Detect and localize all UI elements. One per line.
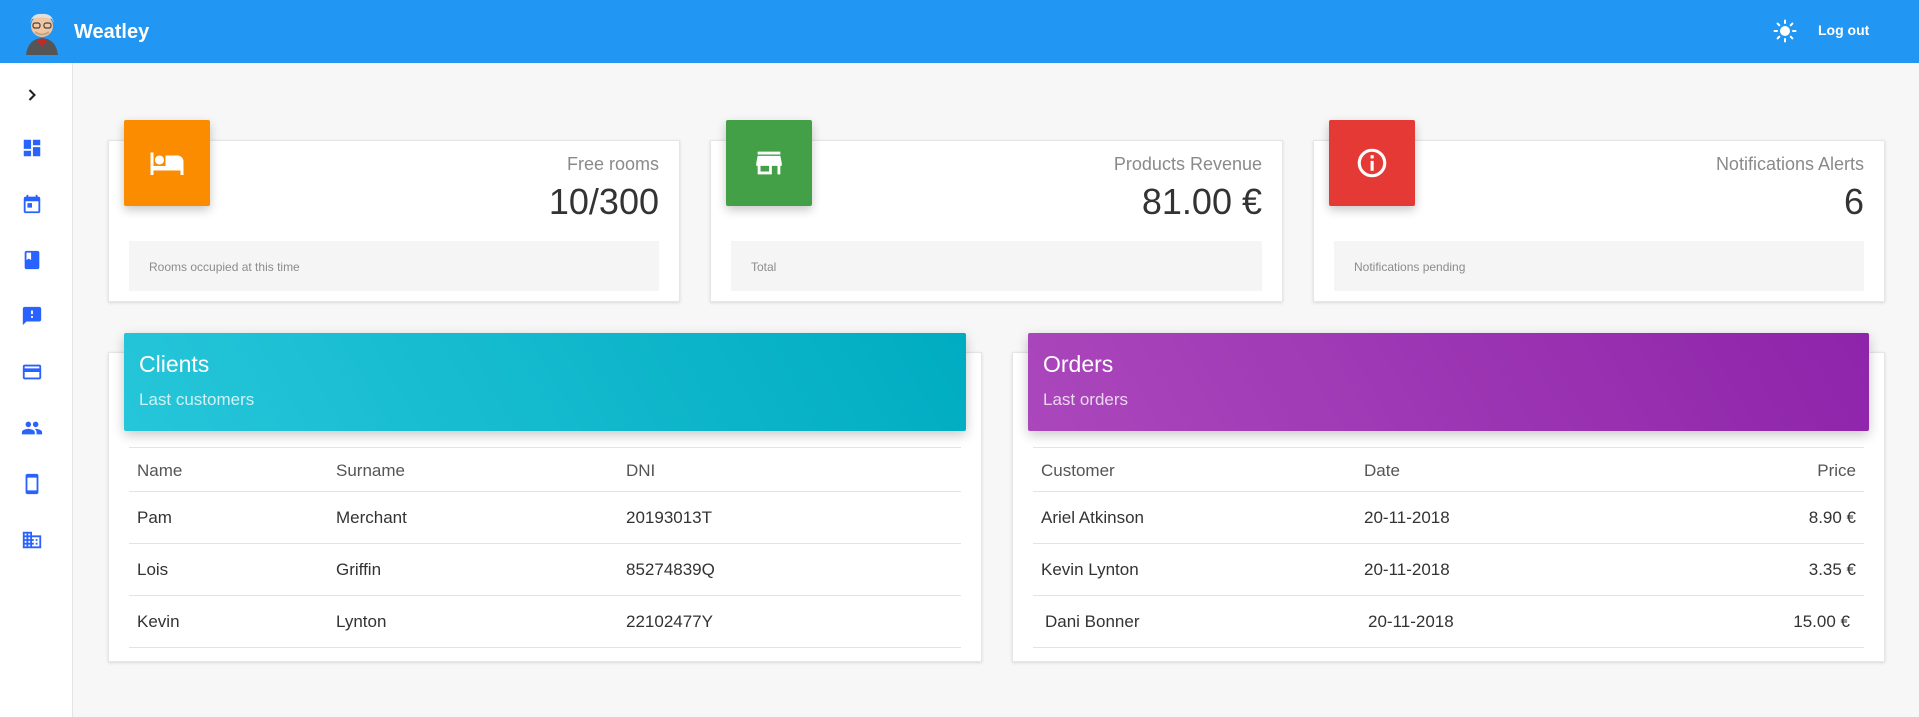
table-cell: Lois — [137, 560, 169, 579]
bed-icon — [150, 152, 184, 175]
sidebar — [0, 63, 73, 717]
stat-icon-box — [124, 120, 210, 206]
book-icon — [24, 250, 40, 270]
sidebar-item-book[interactable] — [20, 248, 44, 272]
stat-card-notifications: Notifications Alerts 6 Notifications pen… — [1313, 120, 1885, 302]
people-icon — [21, 421, 43, 435]
stat-value: 6 — [1843, 181, 1864, 222]
stat-title: Free rooms — [566, 154, 659, 174]
table-cell: 8.90 € — [1808, 508, 1856, 527]
table-cell: Ariel Atkinson — [1041, 508, 1144, 527]
table-row[interactable]: Kevin Lynton 22102477Y — [129, 596, 961, 648]
stat-footer: Total — [731, 241, 1262, 291]
logout-button[interactable]: Log out — [1818, 22, 1869, 38]
info-icon — [1357, 148, 1387, 178]
calendar-icon — [23, 194, 41, 214]
table-cell: Griffin — [336, 560, 382, 579]
table-row[interactable]: Lois Griffin 85274839Q — [129, 544, 961, 596]
top-app-bar: Weatley Log out — [0, 0, 1919, 63]
sidebar-item-calendar[interactable] — [20, 192, 44, 216]
stat-icon-box — [726, 120, 812, 206]
orders-card-header: Orders Last orders — [1028, 333, 1869, 431]
card-subtitle: Last orders — [1043, 390, 1129, 409]
table-header-row: Name Surname DNI — [129, 448, 961, 492]
table-cell: Kevin — [137, 612, 180, 631]
table-cell: 85274839Q — [626, 560, 715, 579]
table-cell: 20193013T — [626, 508, 713, 527]
column-header: Price — [1817, 461, 1856, 480]
table-cell: Dani Bonner — [1045, 612, 1140, 631]
stat-value: 81.00 € — [1141, 181, 1262, 222]
sidebar-item-feedback[interactable] — [20, 304, 44, 328]
table-row[interactable]: Dani Bonner 20-11-2018 15.00 € — [1033, 596, 1864, 648]
table-cell: Merchant — [336, 508, 407, 527]
business-icon — [22, 531, 42, 549]
table-cell: Kevin Lynton — [1041, 560, 1139, 579]
sidebar-item-business[interactable] — [20, 528, 44, 552]
table-cell: Pam — [137, 508, 172, 527]
sidebar-toggle[interactable] — [20, 83, 44, 107]
stat-value: 10/300 — [548, 181, 659, 222]
stat-footer: Rooms occupied at this time — [129, 241, 659, 291]
stat-footer: Notifications pending — [1334, 241, 1864, 291]
table-cell: 20-11-2018 — [1368, 612, 1454, 631]
column-header: DNI — [626, 461, 656, 480]
table-cell: 3.35 € — [1808, 560, 1856, 579]
table-header-row: Customer Date Price — [1033, 448, 1864, 492]
credit-card-icon — [22, 364, 42, 380]
store-icon — [756, 151, 782, 175]
column-header: Surname — [336, 461, 405, 480]
card-subtitle: Last customers — [139, 390, 255, 409]
sidebar-item-dashboard[interactable] — [20, 136, 44, 160]
smartphone-icon — [25, 473, 39, 495]
dashboard-icon — [23, 139, 41, 157]
table-cell: 15.00 € — [1793, 612, 1850, 631]
avatar[interactable] — [18, 7, 66, 55]
orders-table: Customer Date Price Ariel Atkinson 20-11… — [1033, 447, 1864, 648]
sidebar-item-devices[interactable] — [20, 472, 44, 496]
stat-icon-box — [1329, 120, 1415, 206]
stat-card-products-revenue: Products Revenue 81.00 € Total — [710, 120, 1283, 302]
table-cell: 20-11-2018 — [1364, 508, 1450, 527]
column-header: Customer — [1041, 461, 1115, 480]
feedback-icon — [22, 306, 42, 326]
chevron-right-icon — [28, 89, 36, 101]
app-title: Weatley — [74, 21, 150, 43]
sidebar-item-payments[interactable] — [20, 360, 44, 384]
sidebar-item-people[interactable] — [20, 416, 44, 440]
clients-table: Name Surname DNI Pam Merchant 20193013T … — [129, 447, 961, 648]
stat-title: Products Revenue — [1113, 154, 1262, 174]
clients-card-header: Clients Last customers — [124, 333, 966, 431]
table-row[interactable]: Kevin Lynton 20-11-2018 3.35 € — [1033, 544, 1864, 596]
table-cell: 22102477Y — [626, 612, 713, 631]
table-row[interactable]: Ariel Atkinson 20-11-2018 8.90 € — [1033, 492, 1864, 544]
theme-toggle-button[interactable] — [1771, 17, 1799, 45]
card-title: Orders — [1043, 351, 1114, 377]
column-header: Date — [1364, 461, 1400, 480]
orders-card: Orders Last orders Customer Date Price A… — [1012, 333, 1885, 662]
clients-card: Clients Last customers Name Surname DNI … — [108, 333, 982, 662]
column-header: Name — [137, 461, 183, 480]
card-title: Clients — [139, 351, 210, 377]
stat-card-free-rooms: Free rooms 10/300 Rooms occupied at this… — [108, 120, 680, 302]
stat-title: Notifications Alerts — [1715, 154, 1864, 174]
table-cell: Lynton — [336, 612, 387, 631]
table-row[interactable]: Pam Merchant 20193013T — [129, 492, 961, 544]
sun-icon — [1773, 19, 1797, 43]
table-cell: 20-11-2018 — [1364, 560, 1450, 579]
